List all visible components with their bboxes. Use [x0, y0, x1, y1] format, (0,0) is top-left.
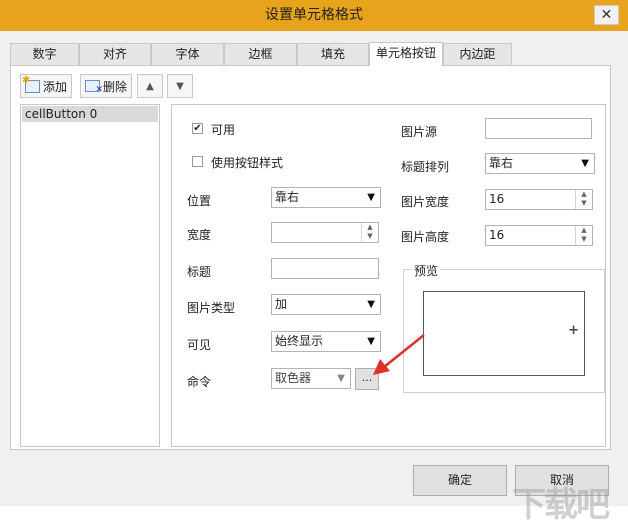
- image-height-spin-buttons[interactable]: ▲ ▼: [575, 226, 592, 245]
- checkmark-icon: ✔: [193, 123, 202, 134]
- button-list[interactable]: cellButton 0: [20, 104, 160, 447]
- delete-button[interactable]: ✕ 删除: [80, 74, 132, 98]
- tab-alignment[interactable]: 对齐: [79, 43, 151, 65]
- caption-align-select[interactable]: 靠右 ▼: [485, 153, 595, 174]
- tab-padding[interactable]: 内边距: [443, 43, 512, 65]
- position-label: 位置: [187, 194, 212, 208]
- delete-label: 删除: [103, 79, 128, 94]
- list-item[interactable]: cellButton 0: [22, 106, 158, 122]
- image-source-label: 图片源: [401, 125, 438, 139]
- dialog-title: 设置单元格格式: [265, 7, 363, 23]
- image-width-spinner[interactable]: 16 ▲ ▼: [485, 189, 593, 210]
- chevron-down-icon: ▼: [581, 158, 589, 169]
- width-spin-buttons[interactable]: ▲ ▼: [361, 223, 378, 242]
- preview-label: 预览: [412, 262, 441, 279]
- close-icon: ✕: [600, 7, 613, 23]
- ok-button[interactable]: 确定: [413, 465, 507, 496]
- spin-up-icon: ▲: [581, 190, 587, 198]
- plus-icon: +: [568, 323, 579, 338]
- command-ellipsis-button[interactable]: ...: [355, 368, 379, 390]
- chevron-down-icon: ▼: [367, 299, 375, 310]
- image-type-value: 加: [275, 297, 288, 311]
- image-type-select[interactable]: 加 ▼: [271, 294, 381, 315]
- ellipsis-label: ...: [361, 371, 373, 384]
- width-label: 宽度: [187, 228, 212, 242]
- visible-select[interactable]: 始终显示 ▼: [271, 331, 381, 352]
- move-up-button[interactable]: ▲: [137, 74, 163, 98]
- command-select[interactable]: 取色器 ▼: [271, 368, 351, 389]
- image-source-input[interactable]: [485, 118, 592, 139]
- tab-font[interactable]: 字体: [151, 43, 224, 65]
- command-value: 取色器: [275, 371, 312, 385]
- watermark-logo: 下载吧: [512, 485, 610, 525]
- spin-down-icon: ▼: [367, 232, 373, 240]
- dialog-client: 数字 对齐 字体 边框 填充 单元格按钮 内边距 ✱ 添加 ✕ 删除 ▲ ▼ c…: [0, 31, 628, 525]
- image-width-spin-buttons[interactable]: ▲ ▼: [575, 190, 592, 209]
- cell-button-panel: ✱ 添加 ✕ 删除 ▲ ▼ cellButton 0 ✔ 可用 使用按钮样式 位…: [10, 65, 611, 450]
- width-spinner[interactable]: ▲ ▼: [271, 222, 379, 243]
- properties-panel: ✔ 可用 使用按钮样式 位置 靠右 ▼ 宽度 ▲ ▼ 标题 图片类型 加 ▼ 可…: [171, 104, 606, 447]
- add-button[interactable]: ✱ 添加: [20, 74, 72, 98]
- spin-down-icon: ▼: [581, 235, 587, 243]
- tab-number[interactable]: 数字: [10, 43, 79, 65]
- position-value: 靠右: [275, 190, 300, 204]
- caption-align-label: 标题排列: [401, 160, 450, 174]
- close-button[interactable]: ✕: [594, 5, 619, 25]
- tab-fill[interactable]: 填充: [297, 43, 369, 65]
- caption-align-value: 靠右: [489, 156, 514, 170]
- image-width-value: 16: [489, 192, 505, 206]
- spin-up-icon: ▲: [581, 226, 587, 234]
- visible-label: 可见: [187, 338, 212, 352]
- image-height-spinner[interactable]: 16 ▲ ▼: [485, 225, 593, 246]
- image-height-value: 16: [489, 228, 505, 242]
- position-select[interactable]: 靠右 ▼: [271, 187, 381, 208]
- tab-cell-button[interactable]: 单元格按钮: [369, 42, 443, 66]
- add-icon: ✱: [22, 75, 40, 93]
- enabled-checkbox[interactable]: ✔: [192, 123, 203, 134]
- use-button-style-label: 使用按钮样式: [211, 156, 284, 170]
- move-down-button[interactable]: ▼: [167, 74, 193, 98]
- chevron-down-icon: ▼: [337, 373, 345, 384]
- caption-input[interactable]: [271, 258, 379, 279]
- tab-border[interactable]: 边框: [224, 43, 297, 65]
- use-button-style-checkbox[interactable]: [192, 156, 203, 167]
- spin-up-icon: ▲: [367, 223, 373, 231]
- chevron-down-icon: ▼: [367, 192, 375, 203]
- triangle-down-icon: ▼: [176, 80, 184, 92]
- add-label: 添加: [43, 79, 68, 94]
- visible-value: 始终显示: [275, 334, 324, 348]
- enabled-label: 可用: [211, 123, 236, 137]
- dialog-window: 设置单元格格式 ✕ 数字 对齐 字体 边框 填充 单元格按钮 内边距 ✱ 添加 …: [0, 0, 628, 525]
- image-height-label: 图片高度: [401, 230, 450, 244]
- caption-label: 标题: [187, 265, 212, 279]
- spin-down-icon: ▼: [581, 199, 587, 207]
- image-width-label: 图片宽度: [401, 195, 450, 209]
- delete-icon: ✕: [85, 80, 103, 95]
- image-type-label: 图片类型: [187, 301, 236, 315]
- chevron-down-icon: ▼: [367, 336, 375, 347]
- preview-box: +: [423, 291, 585, 376]
- triangle-up-icon: ▲: [146, 80, 154, 92]
- command-label: 命令: [187, 375, 212, 389]
